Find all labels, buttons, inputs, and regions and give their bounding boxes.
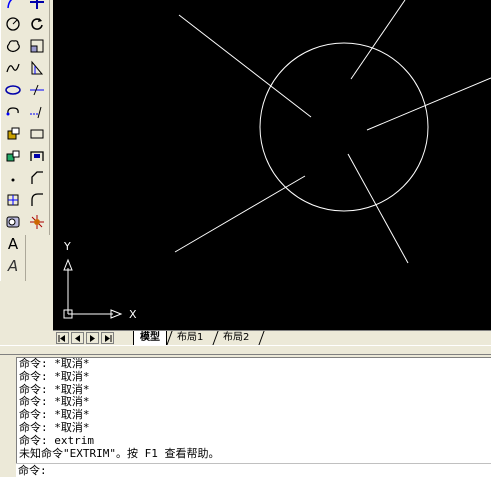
drawn-line-upper-right	[350, 0, 406, 80]
rotate-tool-icon[interactable]	[27, 14, 47, 34]
first-tab-button[interactable]	[56, 332, 69, 344]
command-history: 命令: *取消* 命令: *取消* 命令: *取消* 命令: *取消* 命令: …	[16, 357, 491, 464]
command-history-line: 命令: *取消*	[19, 357, 90, 370]
tab-divider	[258, 331, 265, 345]
modify-toolbar	[25, 0, 50, 235]
point-tool-icon[interactable]	[3, 168, 23, 188]
ucs-y-label: Y	[64, 240, 71, 253]
text-tool-icon[interactable]: A	[3, 234, 23, 254]
explode-tool-icon[interactable]	[27, 212, 47, 232]
tab-layout2[interactable]: 布局2	[217, 331, 255, 345]
command-history-line: 命令: extrim	[19, 433, 94, 447]
command-history-line: 命令: *取消*	[19, 420, 90, 434]
command-input[interactable]: 命令:	[16, 463, 491, 477]
drawing-viewport[interactable]: Y X	[53, 0, 491, 330]
draw-toolbar: A A	[0, 0, 26, 281]
ellipse-arc-tool-icon[interactable]	[3, 102, 23, 122]
command-history-line: 命令: *取消*	[19, 369, 90, 383]
drawn-circle	[259, 42, 429, 212]
ucs-icon	[63, 258, 123, 319]
drawn-line-lower-right	[347, 153, 409, 264]
break-tool-icon[interactable]	[27, 124, 47, 144]
chamfer-tool-icon[interactable]	[27, 168, 47, 188]
ucs-x-label: X	[129, 308, 137, 321]
ellipse-tool-icon[interactable]	[3, 80, 23, 100]
scale-tool-icon[interactable]	[27, 36, 47, 56]
move-tool-icon[interactable]	[27, 0, 47, 12]
next-tab-button[interactable]	[86, 332, 99, 344]
hatch-tool-icon[interactable]	[3, 190, 23, 210]
region-tool-icon[interactable]	[3, 212, 23, 232]
mtext-tool-icon[interactable]: A	[3, 256, 23, 276]
revcloud-tool-icon[interactable]	[3, 36, 23, 56]
arc-tool-icon[interactable]	[3, 0, 23, 12]
tab-model[interactable]: 模型	[133, 331, 167, 346]
spline-tool-icon[interactable]	[3, 58, 23, 78]
layout-tab-bar: 模型 布局1 布局2	[53, 330, 491, 346]
last-tab-button[interactable]	[101, 332, 114, 344]
command-window: 命令: *取消* 命令: *取消* 命令: *取消* 命令: *取消* 命令: …	[0, 355, 491, 477]
circle-tool-icon[interactable]	[3, 14, 23, 34]
fillet-tool-icon[interactable]	[27, 190, 47, 210]
drawing-canvas	[63, 0, 491, 319]
command-history-line: 未知命令"EXTRIM"。按 F1 查看帮助。	[19, 446, 220, 460]
tab-layout1[interactable]: 布局1	[171, 331, 209, 345]
prev-tab-button[interactable]	[71, 332, 84, 344]
drawn-line-right	[366, 77, 491, 131]
insert-block-icon[interactable]	[3, 124, 23, 144]
command-prompt-label: 命令:	[18, 464, 47, 477]
make-block-icon[interactable]	[3, 146, 23, 166]
stretch-tool-icon[interactable]	[27, 58, 47, 78]
extend-tool-icon[interactable]	[27, 102, 47, 122]
join-tool-icon[interactable]	[27, 146, 47, 166]
command-window-splitter[interactable]	[0, 345, 491, 355]
drawn-line-lower-left	[174, 175, 306, 253]
drawn-line-upper-left	[178, 14, 312, 118]
trim-tool-icon[interactable]	[27, 80, 47, 100]
